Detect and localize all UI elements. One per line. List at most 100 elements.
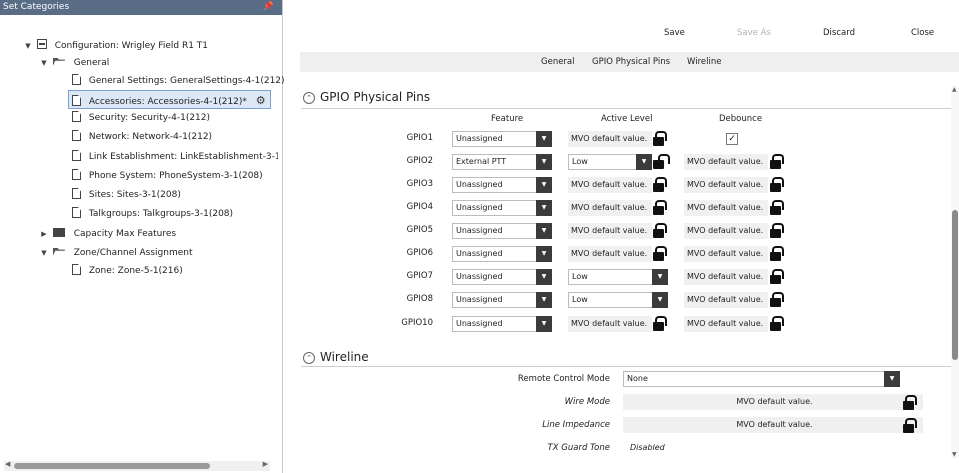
unlock-icon[interactable]	[653, 154, 670, 169]
collapse-section-icon[interactable]: ⌃	[303, 352, 315, 364]
tree-node-general-settings[interactable]: General Settings: GeneralSettings-4-1(21…	[72, 72, 285, 91]
gpio-section-header[interactable]: ⌃ GPIO Physical Pins	[303, 90, 430, 104]
tree-node-accessories[interactable]: Accessories: Accessories-4-1(212)* ⚙	[68, 90, 271, 109]
collapse-section-icon[interactable]: ⌃	[303, 92, 315, 104]
lock-icon[interactable]	[653, 177, 667, 192]
save-button[interactable]: Save	[664, 28, 685, 38]
gpio-pin-label: GPIO7	[406, 271, 433, 281]
debounce-value: MVO default value.	[684, 316, 768, 332]
debounce-value: MVO default value.	[684, 246, 768, 262]
section-divider	[301, 108, 951, 109]
debounce-value: MVO default value.	[684, 177, 768, 193]
pin-icon[interactable]: 📌	[263, 0, 274, 15]
debounce-value: MVO default value.	[684, 200, 768, 216]
chevron-down-icon[interactable]: ▼	[536, 131, 552, 147]
lock-icon[interactable]	[903, 418, 917, 433]
tab-gpio-physical-pins[interactable]: GPIO Physical Pins	[592, 52, 670, 72]
feature-dropdown[interactable]: Unassigned ▼	[452, 131, 552, 147]
chevron-down-icon[interactable]: ▼	[652, 292, 668, 308]
chevron-down-icon[interactable]: ▼	[536, 177, 552, 193]
tree-node-zone[interactable]: Zone: Zone-5-1(216)	[72, 262, 183, 281]
chevron-down-icon[interactable]: ▼	[536, 292, 552, 308]
tab-wireline[interactable]: Wireline	[687, 52, 721, 72]
remote-control-mode-dropdown[interactable]: None ▼	[623, 371, 900, 387]
tree-node-link-establishment[interactable]: Link Establishment: LinkEstablishment-3-…	[72, 148, 278, 167]
active-level-value: MVO default value.	[568, 177, 652, 193]
chevron-down-icon[interactable]: ▼	[636, 154, 652, 170]
feature-dropdown[interactable]: Unassigned ▼	[452, 292, 552, 308]
lock-icon[interactable]	[770, 292, 784, 307]
active-level-value: MVO default value.	[568, 223, 652, 239]
scroll-up-icon[interactable]: ▲	[952, 86, 957, 93]
feature-dropdown[interactable]: Unassigned ▼	[452, 177, 552, 193]
chevron-down-icon[interactable]: ▼	[884, 371, 900, 387]
feature-dropdown[interactable]: Unassigned ▼	[452, 223, 552, 239]
chevron-down-icon[interactable]: ▼	[536, 200, 552, 216]
wireline-section-header[interactable]: ⌃ Wireline	[303, 350, 369, 364]
collapse-arrow-icon[interactable]: ▼	[22, 37, 34, 56]
tree-node-general[interactable]: ▼ General	[38, 54, 109, 73]
lock-icon[interactable]	[770, 154, 784, 169]
lock-icon[interactable]	[770, 223, 784, 238]
tree-node-label: Capacity Max Features	[73, 229, 177, 239]
tree-node-security[interactable]: Security: Security-4-1(212)	[72, 109, 210, 128]
lock-icon[interactable]	[770, 269, 784, 284]
active-level-dropdown[interactable]: Low ▼	[568, 269, 668, 285]
scroll-right-icon[interactable]: ▶	[263, 460, 268, 468]
horizontal-scrollbar[interactable]: ◀ ▶	[4, 460, 270, 471]
chevron-down-icon[interactable]: ▼	[536, 154, 552, 170]
scroll-down-icon[interactable]: ▼	[952, 451, 957, 458]
open-folder-icon	[52, 248, 65, 256]
lock-icon[interactable]	[903, 395, 917, 410]
scroll-left-icon[interactable]: ◀	[5, 460, 10, 468]
lock-icon[interactable]	[770, 200, 784, 215]
tree-node-label: General Settings: GeneralSettings-4-1(21…	[88, 76, 285, 86]
gear-icon[interactable]: ⚙	[256, 91, 266, 108]
vertical-scrollbar[interactable]: ▲ ▼	[951, 86, 959, 458]
chevron-down-icon[interactable]: ▼	[536, 223, 552, 239]
scrollbar-thumb[interactable]	[952, 210, 958, 360]
tab-general[interactable]: General	[541, 52, 575, 72]
lock-icon[interactable]	[653, 223, 667, 238]
discard-button[interactable]: Discard	[823, 28, 855, 38]
chevron-down-icon[interactable]: ▼	[536, 316, 552, 332]
dropdown-value: Low	[572, 295, 588, 304]
line-impedance-label: Line Impedance	[542, 420, 610, 430]
feature-dropdown[interactable]: Unassigned ▼	[452, 269, 552, 285]
feature-dropdown[interactable]: Unassigned ▼	[452, 316, 552, 332]
expand-arrow-icon[interactable]: ▶	[38, 225, 50, 244]
lock-icon[interactable]	[653, 131, 667, 146]
lock-icon[interactable]	[653, 246, 667, 261]
chevron-down-icon[interactable]: ▼	[652, 269, 668, 285]
lock-icon[interactable]	[770, 246, 784, 261]
chevron-down-icon[interactable]: ▼	[536, 269, 552, 285]
lock-icon[interactable]	[770, 177, 784, 192]
lock-icon[interactable]	[770, 316, 784, 331]
dropdown-value: Unassigned	[456, 319, 503, 328]
scrollbar-thumb[interactable]	[14, 463, 210, 469]
tree-node-phone-system[interactable]: Phone System: PhoneSystem-3-1(208)	[72, 167, 263, 186]
tree-node-talkgroups[interactable]: Talkgroups: Talkgroups-3-1(208)	[72, 205, 233, 224]
feature-dropdown[interactable]: External PTT ▼	[452, 154, 552, 170]
close-button[interactable]: Close	[911, 28, 934, 38]
dropdown-value: Low	[572, 157, 588, 166]
active-level-dropdown[interactable]: Low ▼	[568, 292, 668, 308]
chevron-down-icon[interactable]: ▼	[536, 246, 552, 262]
tree-node-sites[interactable]: Sites: Sites-3-1(208)	[72, 186, 181, 205]
lock-icon[interactable]	[653, 200, 667, 215]
feature-dropdown[interactable]: Unassigned ▼	[452, 200, 552, 216]
debounce-checkbox[interactable]: ✓	[726, 133, 738, 145]
save-as-button[interactable]: Save As	[737, 28, 771, 38]
section-title: Wireline	[320, 350, 369, 364]
collapse-arrow-icon[interactable]: ▼	[38, 54, 50, 73]
panel-title: Set Categories	[3, 2, 70, 12]
tree-node-network[interactable]: Network: Network-4-1(212)	[72, 128, 212, 147]
lock-icon[interactable]	[653, 316, 667, 331]
tree-node-zone-channel[interactable]: ▼ Zone/Channel Assignment	[38, 244, 193, 263]
dropdown-value: None	[627, 374, 648, 383]
tree-node-capacity-max[interactable]: ▶ Capacity Max Features	[38, 225, 176, 244]
feature-dropdown[interactable]: Unassigned ▼	[452, 246, 552, 262]
active-level-dropdown[interactable]: Low ▼	[568, 154, 652, 170]
gpio-pin-label: GPIO4	[406, 202, 433, 212]
collapse-arrow-icon[interactable]: ▼	[38, 244, 50, 263]
